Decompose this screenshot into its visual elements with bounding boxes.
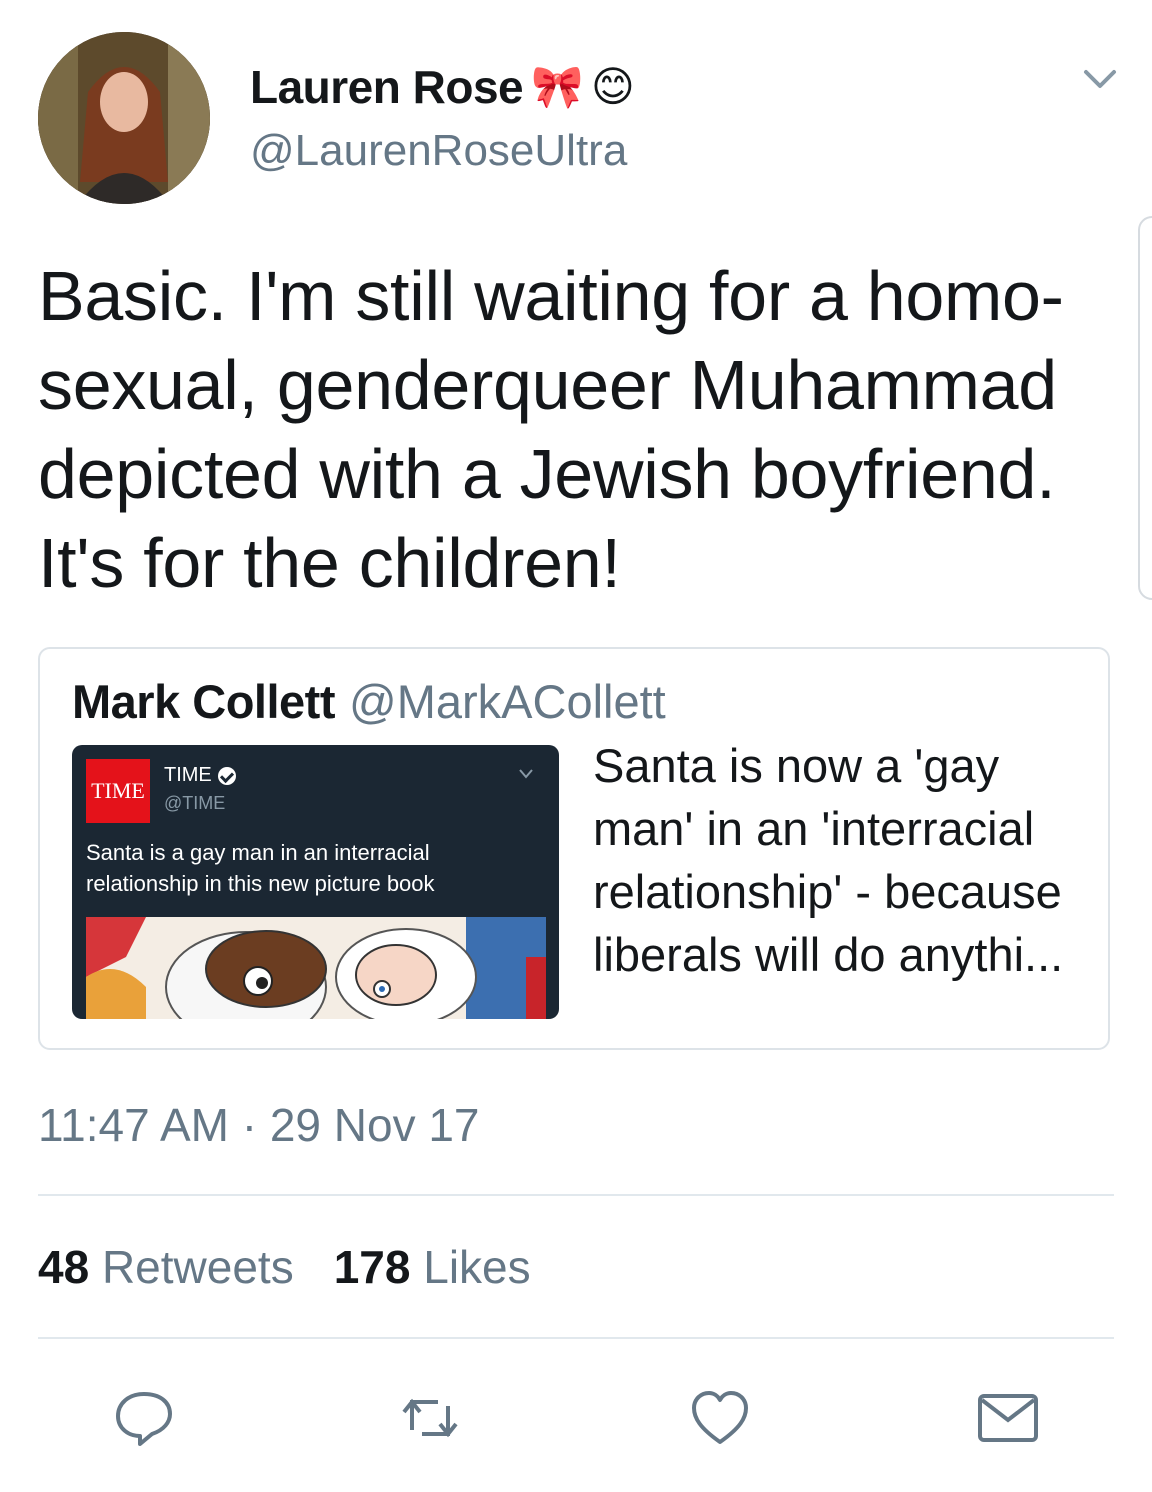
media-account-label: TIME (164, 764, 212, 786)
direct-message-icon[interactable] (976, 1386, 1040, 1450)
santa-illustration-icon (86, 917, 546, 1019)
quoted-media-image[interactable]: TIME TIME @TIME Santa is a gay man in an… (72, 745, 559, 1019)
engagement-stats: 48 Retweets 178 Likes (38, 1240, 531, 1294)
retweets-label: Retweets (101, 1241, 294, 1293)
chevron-down-icon (518, 767, 534, 779)
quoted-tweet-text: Santa is now a 'gay man' in an 'interrac… (593, 739, 1064, 981)
author-name: Lauren Rose (250, 61, 524, 113)
tweet-timestamp: 11:47 AM · 29 Nov 17 (38, 1099, 480, 1151)
media-caption: Santa is a gay man in an interracial rel… (86, 840, 435, 896)
likes-label: Likes (423, 1241, 531, 1293)
scroll-handle[interactable] (1138, 216, 1152, 600)
retweet-icon[interactable] (398, 1386, 462, 1450)
divider (38, 1337, 1114, 1339)
retweets-count: 48 (38, 1241, 90, 1293)
chevron-down-icon[interactable] (1080, 64, 1120, 94)
media-account-handle: @TIME (164, 793, 226, 813)
quoted-author-name: Mark Collett (72, 675, 336, 728)
retweets-stat[interactable]: 48 Retweets (38, 1240, 294, 1294)
display-name[interactable]: Lauren Rose 🎀 😊 (250, 60, 635, 114)
like-icon[interactable] (688, 1386, 752, 1450)
quoted-author-handle: @MarkACollett (349, 675, 666, 728)
likes-count: 178 (333, 1241, 411, 1293)
author-handle[interactable]: @LaurenRoseUltra (250, 126, 627, 176)
likes-stat[interactable]: 178 Likes (334, 1240, 531, 1294)
avatar[interactable] (38, 32, 210, 204)
time-logo: TIME (86, 759, 150, 823)
ribbon-emoji-icon: 🎀 (531, 63, 583, 110)
avatar-image (38, 32, 210, 204)
media-account-name: TIME (164, 764, 236, 787)
quoted-author: Mark Collett @MarkACollett (72, 674, 666, 729)
smiling-face-emoji-icon: 😊 (590, 63, 635, 110)
reply-icon[interactable] (112, 1386, 176, 1450)
tweet-text: Basic. I'm still waiting for a homo-sexu… (38, 257, 1064, 602)
divider (38, 1194, 1114, 1196)
verified-badge-icon (217, 766, 236, 785)
